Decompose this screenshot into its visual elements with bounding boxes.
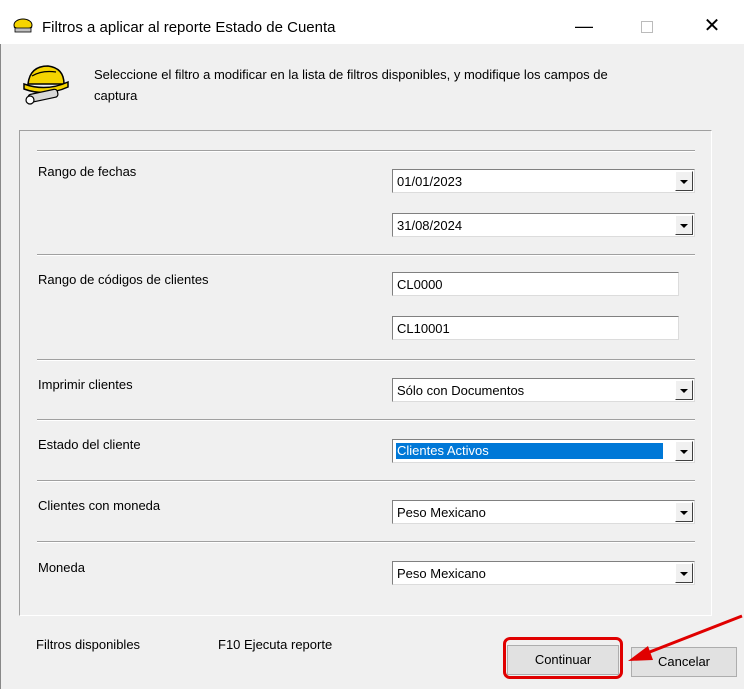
red-arrow-annotation [628,614,743,661]
label-rango-codigos: Rango de códigos de clientes [38,272,209,287]
clientes-moneda-select[interactable]: Peso Mexicano [392,500,695,524]
separator [37,254,695,256]
fecha-hasta-value: 31/08/2024 [397,218,463,233]
codigo-hasta-value: CL10001 [397,321,450,336]
hardhat-icon [13,18,33,33]
chevron-down-icon[interactable] [675,380,693,400]
instruction-text: Seleccione el filtro a modificar en la l… [94,67,608,103]
label-moneda: Moneda [38,560,85,575]
label-clientes-moneda: Clientes con moneda [38,498,161,513]
close-button[interactable]: ✕ [688,8,736,44]
title-bar: Filtros a aplicar al reporte Estado de C… [0,0,744,44]
chevron-down-icon[interactable] [675,441,693,461]
separator [37,359,695,361]
estado-cliente-value: Clientes Activos [395,442,664,460]
f10-hint: F10 Ejecuta reporte [218,637,333,652]
imprimir-clientes-select[interactable]: Sólo con Documentos [392,378,695,402]
codigo-hasta-input[interactable]: CL10001 [392,316,679,340]
chevron-down-icon[interactable] [675,171,693,191]
hardhat-tool-icon [23,65,69,105]
fecha-hasta-select[interactable]: 31/08/2024 [392,213,695,237]
codigo-desde-input[interactable]: CL0000 [392,272,679,296]
maximize-icon [641,20,653,33]
chevron-down-icon[interactable] [675,215,693,235]
fecha-desde-select[interactable]: 01/01/2023 [392,169,695,193]
chevron-down-icon[interactable] [675,563,693,583]
filtros-disponibles-link[interactable]: Filtros disponibles [36,637,140,652]
label-rango-fechas: Rango de fechas [38,164,137,179]
separator [37,541,695,543]
label-estado-cliente: Estado del cliente [38,437,141,452]
highlight-box [503,637,623,679]
label-imprimir-clientes: Imprimir clientes [38,377,133,392]
fecha-desde-value: 01/01/2023 [397,174,463,189]
codigo-desde-value: CL0000 [397,277,443,292]
window-border [0,44,1,689]
separator [37,419,695,421]
estado-cliente-select[interactable]: Clientes Activos [392,439,695,463]
clientes-moneda-value: Peso Mexicano [397,505,486,520]
minimize-button[interactable]: — [560,8,608,44]
moneda-select[interactable]: Peso Mexicano [392,561,695,585]
maximize-button[interactable] [623,8,671,44]
separator [37,150,695,152]
moneda-value: Peso Mexicano [397,566,486,581]
chevron-down-icon[interactable] [675,502,693,522]
imprimir-clientes-value: Sólo con Documentos [397,383,525,398]
separator [37,480,695,482]
window-title: Filtros a aplicar al reporte Estado de C… [42,19,336,36]
filters-panel [19,130,712,616]
